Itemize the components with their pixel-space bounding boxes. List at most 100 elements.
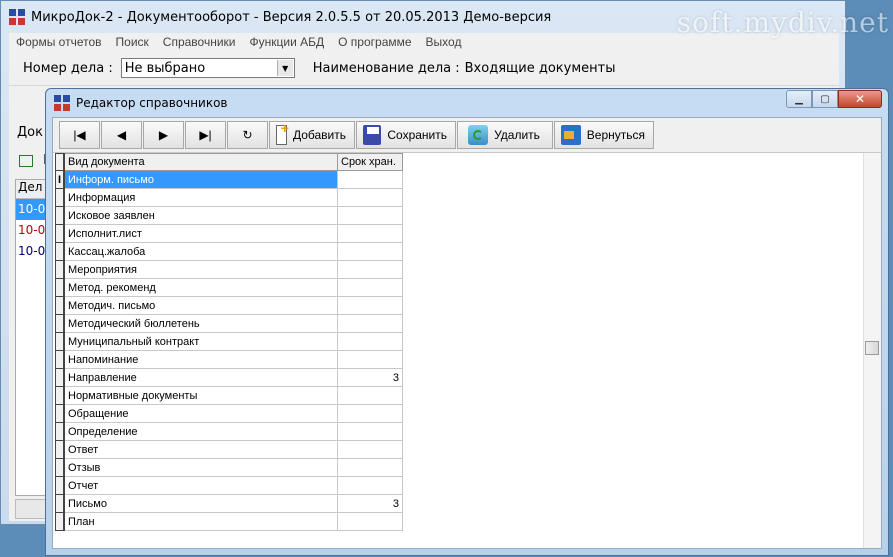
add-button[interactable]: Добавить [269,120,355,149]
close-button[interactable]: ✕ [838,90,882,108]
cell-doc-type[interactable]: Методический бюллетень [63,314,338,333]
row-indicator[interactable] [55,314,65,333]
cell-doc-type[interactable]: Отзыв [63,458,338,477]
table-row[interactable]: Нормативные документы [55,386,403,405]
save-button[interactable]: Сохранить [356,121,456,149]
minimize-button[interactable]: ▁ [786,90,812,108]
table-row[interactable]: Определение [55,422,403,441]
row-indicator[interactable] [55,458,65,477]
cell-doc-type[interactable]: Методич. письмо [63,296,338,315]
cell-doc-type[interactable]: План [63,512,338,531]
cell-storage-term[interactable] [337,296,403,315]
table-row[interactable]: I Информ. письмо [55,170,403,189]
table-row[interactable]: Муниципальный контракт [55,332,403,351]
table-row[interactable]: Напоминание [55,350,403,369]
table-row[interactable]: Исполнит.лист [55,224,403,243]
cell-doc-type[interactable]: Информация [63,188,338,207]
table-row[interactable]: Мероприятия [55,260,403,279]
cell-storage-term[interactable] [337,206,403,225]
row-indicator[interactable] [55,386,65,405]
vertical-scrollbar[interactable] [863,153,881,548]
row-indicator[interactable] [55,224,65,243]
row-indicator[interactable] [55,422,65,441]
menu-item[interactable]: Функции АБД [243,35,332,49]
cell-storage-term[interactable] [337,512,403,531]
menu-item[interactable]: Выход [419,35,469,49]
column-header-storage-term[interactable]: Срок хран. [337,153,403,171]
row-indicator[interactable] [55,350,65,369]
case-number-select[interactable]: Не выбрано ▼ [120,58,295,78]
cell-doc-type[interactable]: Ответ [63,440,338,459]
menu-item[interactable]: Поиск [109,35,156,49]
maximize-button[interactable]: ▢ [812,90,838,108]
cell-storage-term[interactable]: 3 [337,368,403,387]
table-row[interactable]: Обращение [55,404,403,423]
cell-doc-type[interactable]: Исковое заявлен [63,206,338,225]
first-record-button[interactable]: |◀ [59,121,100,149]
cell-storage-term[interactable] [337,404,403,423]
cell-storage-term[interactable] [337,332,403,351]
table-row[interactable]: Отчет [55,476,403,495]
table-row[interactable]: Методич. письмо [55,296,403,315]
cell-doc-type[interactable]: Нормативные документы [63,386,338,405]
row-indicator[interactable] [55,404,65,423]
cell-doc-type[interactable]: Отчет [63,476,338,495]
row-indicator[interactable]: I [55,170,65,189]
menu-item[interactable]: О программе [331,35,418,49]
row-indicator[interactable] [55,494,65,513]
delete-button[interactable]: Удалить [457,121,553,149]
cell-doc-type[interactable]: Напоминание [63,350,338,369]
row-indicator[interactable] [55,242,65,261]
cell-storage-term[interactable] [337,170,403,189]
cell-doc-type[interactable]: Обращение [63,404,338,423]
cell-doc-type[interactable]: Определение [63,422,338,441]
table-row[interactable]: Метод. рекоменд [55,278,403,297]
cell-storage-term[interactable] [337,422,403,441]
cell-storage-term[interactable] [337,386,403,405]
scrollbar-thumb[interactable] [865,341,879,355]
row-indicator[interactable] [55,332,65,351]
cell-doc-type[interactable]: Мероприятия [63,260,338,279]
return-button[interactable]: Вернуться [554,121,654,149]
column-header-doc-type[interactable]: Вид документа [63,153,338,171]
table-row[interactable]: Письмо 3 [55,494,403,513]
row-indicator[interactable] [55,512,65,531]
row-indicator[interactable] [55,440,65,459]
chevron-down-icon[interactable]: ▼ [276,60,293,76]
cell-doc-type[interactable]: Муниципальный контракт [63,332,338,351]
cell-storage-term[interactable] [337,224,403,243]
last-record-button[interactable]: ▶| [185,121,226,149]
menu-item[interactable]: Справочники [156,35,243,49]
table-row[interactable]: Ответ [55,440,403,459]
table-row[interactable]: Отзыв [55,458,403,477]
row-indicator[interactable] [55,296,65,315]
table-row[interactable]: Информация [55,188,403,207]
cell-doc-type[interactable]: Информ. письмо [63,170,338,189]
cell-doc-type[interactable]: Метод. рекоменд [63,278,338,297]
table-row[interactable]: План [55,512,403,531]
row-indicator[interactable] [55,188,65,207]
prev-record-button[interactable]: ◀ [101,121,142,149]
cell-storage-term[interactable] [337,440,403,459]
row-indicator[interactable] [55,260,65,279]
next-record-button[interactable]: ▶ [143,121,184,149]
cell-storage-term[interactable] [337,242,403,261]
cell-doc-type[interactable]: Кассац.жалоба [63,242,338,261]
table-row[interactable]: Кассац.жалоба [55,242,403,261]
cell-doc-type[interactable]: Направление [63,368,338,387]
table-row[interactable]: Направление 3 [55,368,403,387]
cell-storage-term[interactable] [337,260,403,279]
row-indicator[interactable] [55,206,65,225]
cell-storage-term[interactable]: 3 [337,494,403,513]
row-indicator[interactable] [55,278,65,297]
cell-doc-type[interactable]: Письмо [63,494,338,513]
refresh-button[interactable]: ↻ [227,121,268,149]
table-row[interactable]: Исковое заявлен [55,206,403,225]
menu-item[interactable]: Формы отчетов [9,35,109,49]
cell-storage-term[interactable] [337,476,403,495]
cell-storage-term[interactable] [337,188,403,207]
cell-storage-term[interactable] [337,350,403,369]
cell-storage-term[interactable] [337,458,403,477]
cell-doc-type[interactable]: Исполнит.лист [63,224,338,243]
cell-storage-term[interactable] [337,314,403,333]
